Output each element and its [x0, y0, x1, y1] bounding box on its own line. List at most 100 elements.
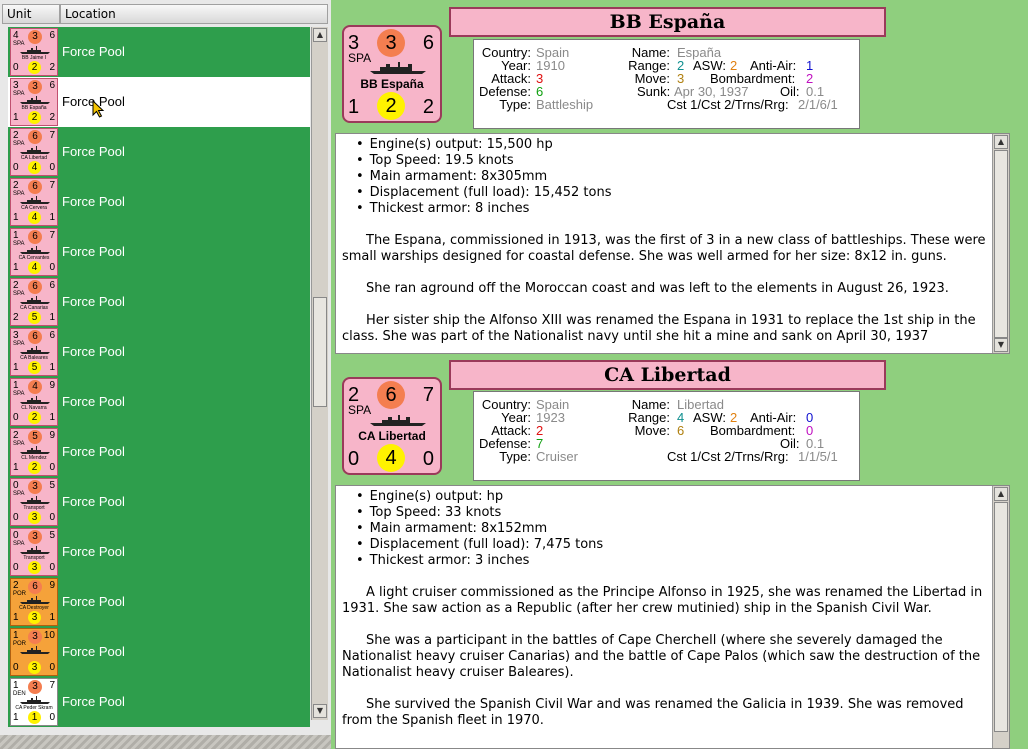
counter-top-left: 0 — [13, 530, 19, 541]
description-scrollbar[interactable]: ▲ ▼ — [992, 134, 1009, 353]
list-row[interactable]: 3 6 6 SPA CA Baleares 1 5 1 Force Pool — [8, 327, 310, 377]
unit-location: Force Pool — [62, 544, 125, 559]
counter-top-left: 2 — [13, 430, 19, 441]
column-header-unit[interactable]: Unit — [2, 4, 60, 24]
counter-top-left: 0 — [13, 480, 19, 491]
counter-bottom-center: 3 — [28, 611, 41, 624]
counter-bottom-center: 2 — [377, 92, 405, 120]
counter-bottom-center: 3 — [28, 511, 41, 524]
unit-counter[interactable]: 1 3 7 DEN CA Peder Skram 1 1 0 — [10, 678, 58, 726]
counter-bottom-center: 2 — [28, 411, 41, 424]
list-row[interactable]: 0 3 5 SPA Transport 0 3 0 Force Pool — [8, 527, 310, 577]
counter-bottom-right: 0 — [49, 462, 55, 473]
counter-top-left: 3 — [348, 32, 360, 54]
unit-counter[interactable]: 3 3 6 SPA BB España 1 2 2 — [10, 78, 58, 126]
counter-top-left: 4 — [13, 30, 19, 41]
unit-counter[interactable]: 2 6 9 POR CA Destroyer 1 3 1 — [10, 578, 58, 626]
counter-bottom-right: 0 — [49, 512, 55, 523]
unit-counter[interactable]: 2 6 7 SPA CA Cervera 1 4 1 — [10, 178, 58, 226]
unit-counter[interactable]: 0 3 5 SPA Transport 0 3 0 — [10, 528, 58, 576]
counter-top-right: 6 — [49, 280, 55, 291]
list-row[interactable]: 1 3 7 DEN CA Peder Skram 1 1 0 Force Pool — [8, 677, 310, 727]
ship-silhouette-icon — [20, 696, 50, 704]
unit-location: Force Pool — [62, 394, 125, 409]
cst-label: Cst 1/Cst 2/Trns/Rrg: — [667, 97, 789, 112]
counter-bottom-right: 0 — [49, 562, 55, 573]
unit-counter[interactable]: 1 4 9 SPA CL Navarra 0 2 1 — [10, 378, 58, 426]
counter-top-center: 6 — [28, 130, 42, 144]
list-row[interactable]: 2 6 7 SPA CA Libertad 0 4 0 Force Pool — [8, 127, 310, 177]
counter-top-right: 7 — [49, 230, 55, 241]
list-row[interactable]: 2 6 9 POR CA Destroyer 1 3 1 Force Pool — [8, 577, 310, 627]
unit-location: Force Pool — [62, 294, 125, 309]
unit-counter[interactable]: 1 3 10 POR 0 3 0 — [10, 628, 58, 676]
scroll-down-arrow-icon[interactable]: ▼ — [313, 704, 327, 718]
unit-counter[interactable]: 4 3 6 SPA BB Jaime I022 — [10, 28, 58, 76]
counter-bottom-right: 1 — [49, 362, 55, 373]
unit-location: Force Pool — [62, 194, 125, 209]
unit-counter[interactable]: 2 5 9 SPA CL Mendez 1 2 0 — [10, 428, 58, 476]
counter-top-right: 9 — [49, 430, 55, 441]
ship-silhouette-icon — [20, 346, 50, 354]
unit-counter[interactable]: 1 6 7 SPA CA Cervantes 1 4 0 — [10, 228, 58, 276]
history-paragraph: She survived the Spanish Civil War and w… — [342, 697, 964, 728]
type-value: Battleship — [536, 97, 594, 112]
counter-top-center: 6 — [28, 330, 42, 344]
list-row[interactable]: 4 3 6 SPA BB Jaime I 0 2 2 Force Pool — [8, 27, 310, 77]
counter-bottom-center: 4 — [377, 444, 405, 472]
counter-top-left: 2 — [13, 280, 19, 291]
unit-stats-box: Country: Spain Year: 1923 Attack: 2 Defe… — [473, 391, 860, 481]
counter-bottom-right: 0 — [49, 262, 55, 273]
counter-bottom-right: 2 — [422, 96, 434, 118]
unit-location: Force Pool — [62, 494, 125, 509]
list-row[interactable]: 1 6 7 SPA CA Cervantes 1 4 0 Force Pool — [8, 227, 310, 277]
spec-item: Main armament: 8x305mm — [356, 169, 1009, 185]
column-header-location[interactable]: Location — [60, 4, 328, 24]
counter-top-right: 7 — [49, 680, 55, 691]
list-row[interactable]: 2 5 9 SPA CL Mendez 1 2 0 Force Pool — [8, 427, 310, 477]
counter-top-left: 3 — [13, 80, 19, 91]
scroll-up-arrow-icon[interactable]: ▲ — [994, 135, 1008, 149]
description-scroll-thumb[interactable] — [994, 150, 1008, 338]
list-row[interactable]: 0 3 5 SPA Transport 0 3 0 Force Pool — [8, 477, 310, 527]
spec-item: Engine(s) output: hp — [356, 489, 1009, 505]
list-row[interactable]: 3 3 6 SPA BB España 1 2 2 Force Pool — [8, 77, 310, 127]
list-row[interactable]: 2 6 7 SPA CA Cervera 1 4 1 Force Pool — [8, 177, 310, 227]
list-scrollbar[interactable]: ▲ ▼ — [311, 27, 328, 720]
spec-item: Top Speed: 19.5 knots — [356, 153, 1009, 169]
unit-counter[interactable]: 3 6 6 SPA CA Baleares 1 5 1 — [10, 328, 58, 376]
description-scroll-thumb[interactable] — [994, 502, 1008, 732]
cst-value: 2/1/6/1 — [798, 97, 838, 112]
unit-stats-box: Country: Spain Year: 1910 Attack: 3 Defe… — [473, 39, 860, 129]
counter-bottom-right: 0 — [422, 448, 434, 470]
counter-bottom-left: 0 — [13, 662, 19, 673]
ship-silhouette-icon — [20, 596, 50, 604]
list-row[interactable]: 1 4 9 SPA CL Navarra 0 2 1 Force Pool — [8, 377, 310, 427]
counter-bottom-left: 0 — [13, 412, 19, 423]
scroll-down-arrow-icon[interactable]: ▼ — [994, 338, 1008, 352]
unit-counter[interactable]: 2 6 6 SPA CA Canarias 2 5 1 — [10, 278, 58, 326]
counter-top-center: 6 — [28, 580, 42, 594]
ship-silhouette-icon — [20, 446, 50, 454]
scroll-up-arrow-icon[interactable]: ▲ — [313, 28, 327, 42]
spec-item: Displacement (full load): 7,475 tons — [356, 537, 1009, 553]
list-horizontal-scrollbar[interactable] — [0, 735, 331, 749]
list-row[interactable]: 1 3 10 POR 0 3 0 Force Pool — [8, 627, 310, 677]
list-row[interactable]: 2 6 6 SPA CA Canarias 2 5 1 Force Pool — [8, 277, 310, 327]
scroll-up-arrow-icon[interactable]: ▲ — [994, 487, 1008, 501]
ship-silhouette-icon — [20, 296, 50, 304]
counter-bottom-right: 2 — [49, 112, 55, 123]
list-scroll-thumb[interactable] — [313, 297, 327, 407]
type-label: Type: — [499, 449, 531, 464]
description-scrollbar[interactable]: ▲ — [992, 486, 1009, 748]
unit-description: Engine(s) output: 15,500 hp Top Speed: 1… — [335, 133, 1010, 354]
ship-silhouette-icon — [20, 246, 50, 254]
unit-specs-list: Engine(s) output: 15,500 hp Top Speed: 1… — [356, 137, 1009, 217]
list-header: Unit Location — [2, 4, 328, 24]
counter-top-right: 6 — [49, 30, 55, 41]
unit-counter[interactable]: 0 3 5 SPA Transport 0 3 0 — [10, 478, 58, 526]
counter-bottom-right: 1 — [49, 412, 55, 423]
counter-top-left: 2 — [13, 130, 19, 141]
unit-counter[interactable]: 2 6 7 SPA CA Libertad 0 4 0 — [10, 128, 58, 176]
unit-location: Force Pool — [62, 44, 125, 59]
